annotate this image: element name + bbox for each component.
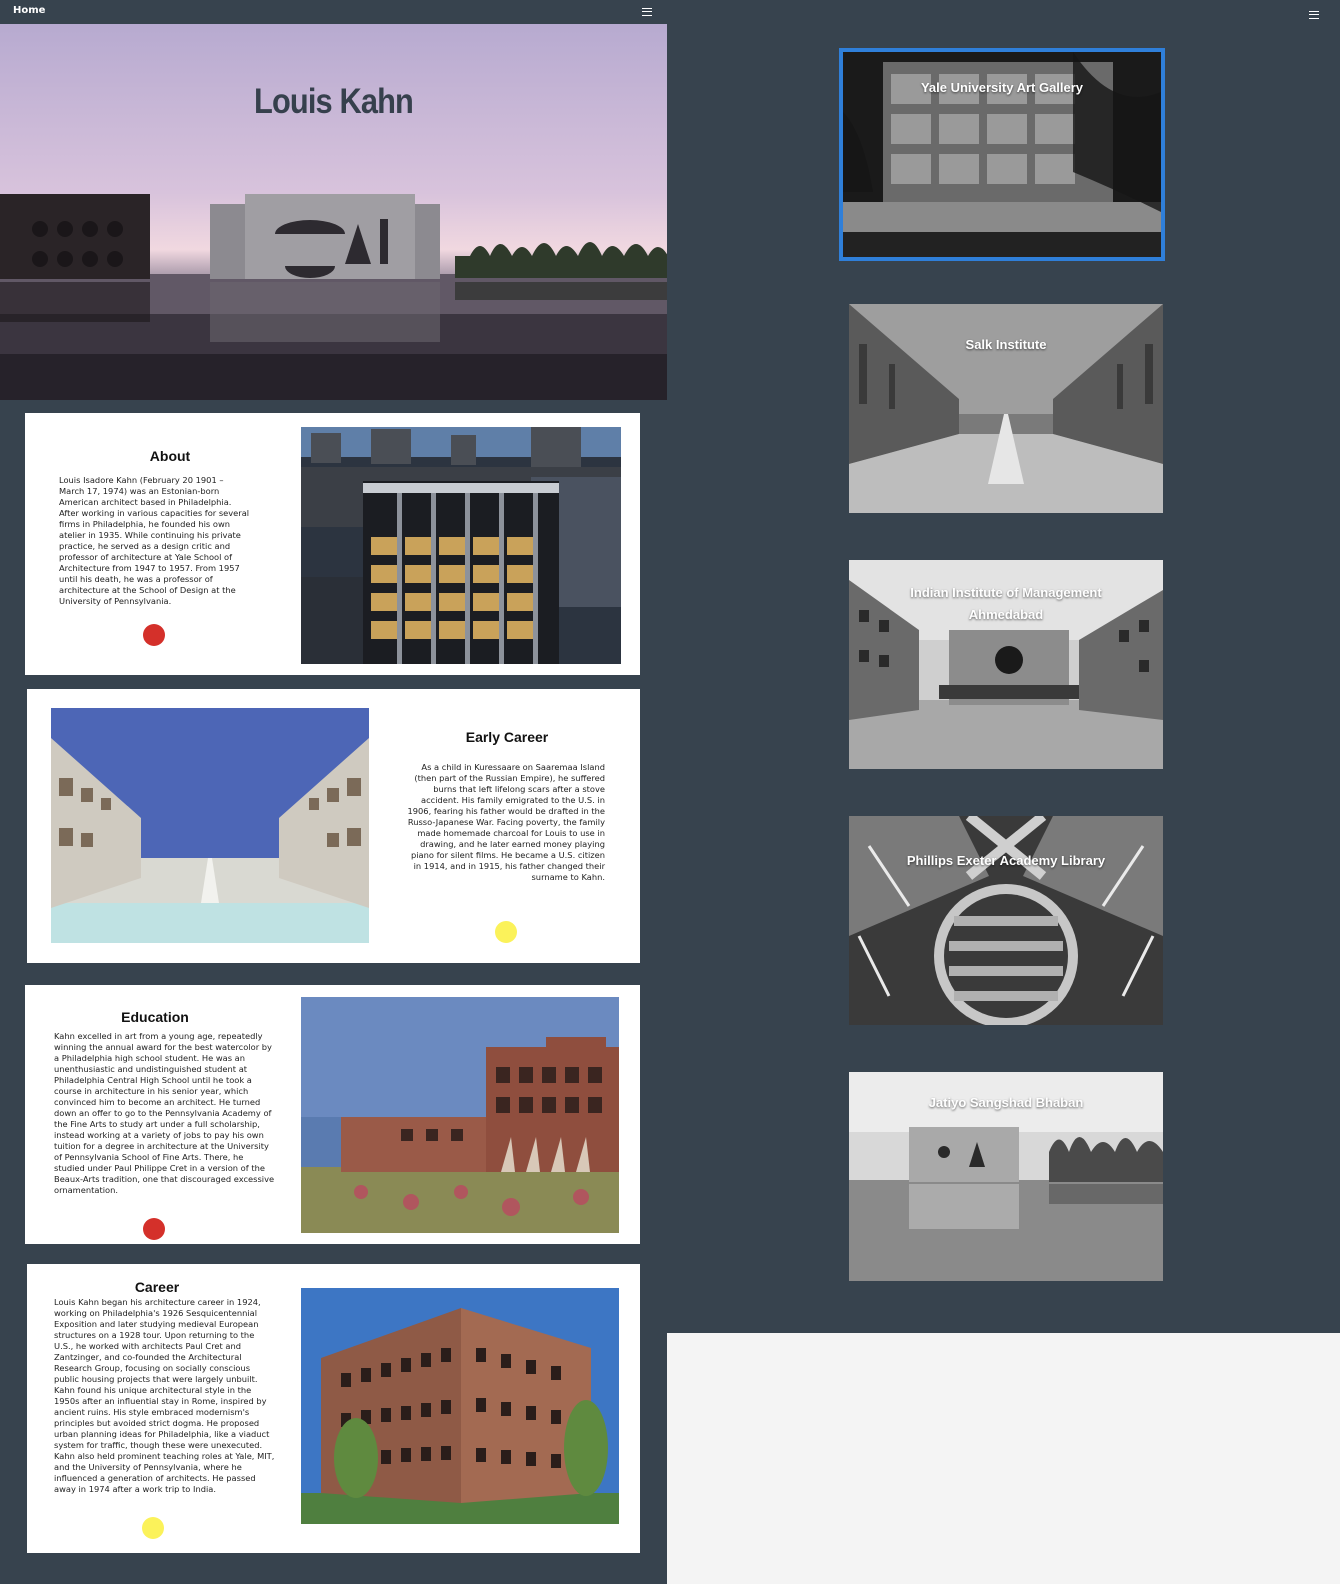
gallery-tile-label: Salk Institute — [965, 337, 1047, 352]
gallery-tile-label: Yale University Art Gallery — [920, 80, 1084, 95]
early-career-card: Early Career As a child in Kuressaare on… — [27, 689, 640, 963]
main-column: Home Louis Kahn About Louis Isadore Kahn… — [0, 0, 667, 1584]
career-heading: Career — [134, 1279, 180, 1295]
early-career-photo — [51, 708, 369, 943]
hero-banner: Louis Kahn — [0, 24, 667, 400]
home-link[interactable]: Home — [13, 5, 45, 16]
education-accent-dot — [143, 1218, 165, 1240]
exeter-library-image — [849, 816, 1163, 1025]
about-accent-dot — [143, 624, 165, 646]
gallery-panel: Yale University Art Gallery Salk Institu… — [667, 0, 1340, 1333]
hero-parliament-image — [0, 194, 667, 400]
menu-icon[interactable] — [1309, 11, 1319, 19]
page-title: Louis Kahn — [254, 82, 414, 121]
early-career-text: As a child in Kuressaare on Saaremaa Isl… — [407, 762, 605, 882]
gallery-tile-label: Jatiyo Sangshad Bhaban — [928, 1095, 1084, 1110]
gallery-tile-label: Indian Institute of Management Ahmedabad — [910, 585, 1102, 622]
gallery-tile-salk-institute[interactable]: Salk Institute — [849, 304, 1163, 513]
gallery-tile-label: Phillips Exeter Academy Library — [906, 853, 1106, 868]
gallery-tile-exeter-library[interactable]: Phillips Exeter Academy Library — [849, 816, 1163, 1025]
education-photo — [301, 997, 619, 1233]
about-text: Louis Isadore Kahn (February 20 1901 – M… — [59, 475, 250, 606]
gallery-tile-jatiyo-sangshad-bhaban[interactable]: Jatiyo Sangshad Bhaban — [849, 1072, 1163, 1281]
about-heading: About — [149, 448, 191, 464]
early-career-accent-dot — [495, 921, 517, 943]
career-accent-dot — [142, 1517, 164, 1539]
top-nav-bar: Home — [0, 0, 667, 24]
education-heading: Education — [121, 1009, 189, 1025]
gallery-tile-iim-ahmedabad[interactable]: Indian Institute of Management Ahmedabad — [849, 560, 1163, 769]
education-card: Education Kahn excelled in art from a yo… — [25, 985, 640, 1244]
career-text: Louis Kahn began his architecture career… — [54, 1297, 275, 1494]
about-photo — [301, 427, 621, 664]
career-photo — [301, 1288, 619, 1524]
education-text: Kahn excelled in art from a young age, r… — [54, 1031, 275, 1195]
early-career-heading: Early Career — [465, 729, 549, 745]
gallery-tile-yale-art-gallery[interactable]: Yale University Art Gallery — [839, 48, 1165, 261]
career-card: Career Louis Kahn began his architecture… — [27, 1264, 640, 1553]
menu-icon[interactable] — [642, 8, 652, 16]
about-card: About Louis Isadore Kahn (February 20 19… — [25, 413, 640, 675]
